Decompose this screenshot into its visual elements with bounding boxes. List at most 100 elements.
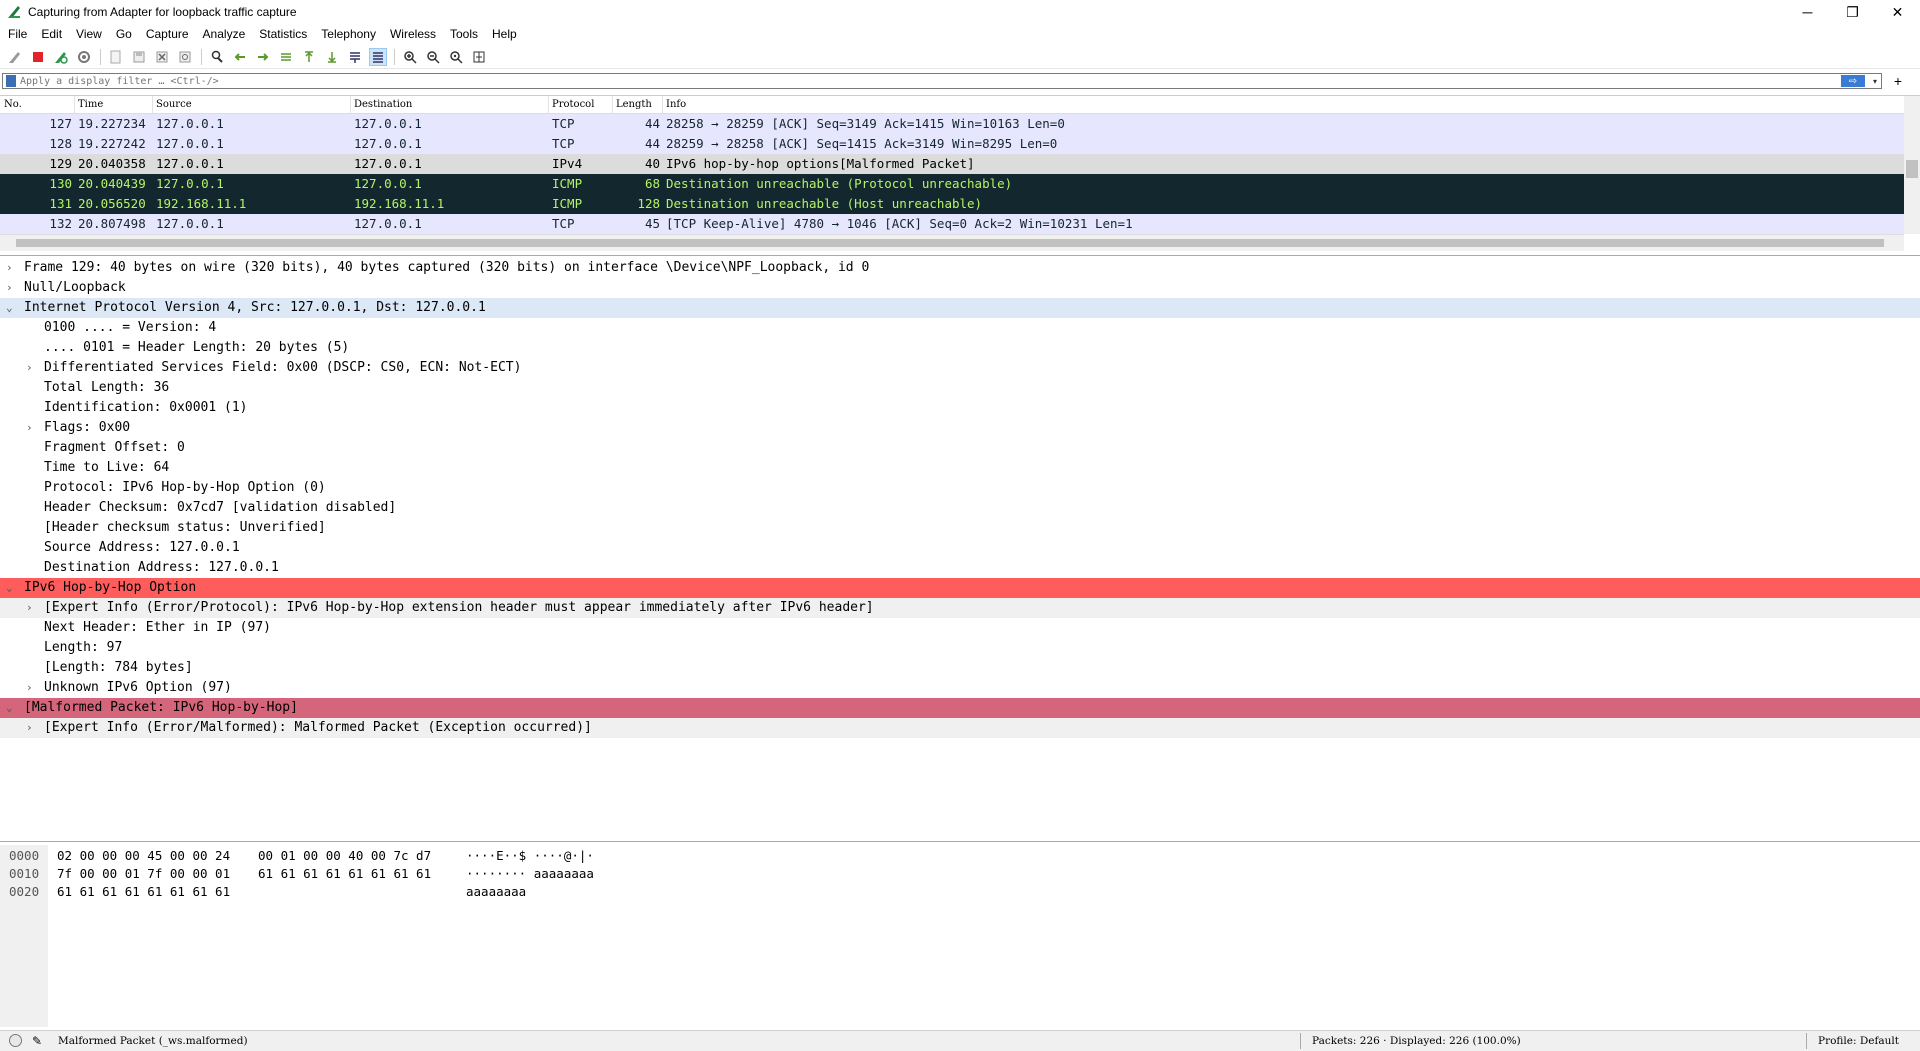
detail-tree-item[interactable]: Time to Live: 64 [0, 458, 1920, 478]
menu-telephony[interactable]: Telephony [314, 27, 383, 41]
save-file-icon[interactable] [130, 48, 148, 66]
menu-analyze[interactable]: Analyze [196, 27, 253, 41]
detail-tree-item[interactable]: › [Expert Info (Error/Malformed): Malform… [0, 718, 1920, 738]
detail-tree-item[interactable]: Source Address: 127.0.0.1 [0, 538, 1920, 558]
expand-chevron-icon[interactable]: › [26, 418, 36, 438]
bytes-hex1[interactable]: 7f 00 00 01 7f 00 00 01 [57, 865, 230, 883]
close-button[interactable]: ✕ [1875, 0, 1920, 24]
column-header-destination[interactable]: Destination [354, 99, 412, 110]
find-packet-icon[interactable] [208, 48, 226, 66]
column-header-source[interactable]: Source [156, 99, 192, 110]
apply-filter-arrow-icon[interactable]: ⇨ [1841, 75, 1865, 87]
menu-statistics[interactable]: Statistics [252, 27, 314, 41]
bytes-hex2[interactable]: 00 01 00 00 40 00 7c d7 [258, 847, 431, 865]
display-filter-input[interactable] [20, 74, 1841, 88]
menu-tools[interactable]: Tools [443, 27, 485, 41]
restore-button[interactable]: ❐ [1830, 0, 1875, 24]
auto-scroll-icon[interactable] [346, 48, 364, 66]
menu-file[interactable]: File [0, 27, 34, 41]
collapse-chevron-icon[interactable]: ⌄ [6, 298, 16, 318]
detail-tree-item[interactable]: 0100 .... = Version: 4 [0, 318, 1920, 338]
detail-tree-item[interactable]: ⌄ [Malformed Packet: IPv6 Hop-by-Hop] [0, 698, 1920, 718]
packet-row[interactable]: 129 20.040358 127.0.0.1 127.0.0.1 IPv4 40 IPv6… [0, 154, 1904, 174]
column-divider[interactable] [152, 96, 153, 113]
packet-row[interactable]: 128 19.227242 127.0.0.1 127.0.0.1 TCP 44 28259… [0, 134, 1904, 154]
detail-tree-item[interactable]: [Length: 784 bytes] [0, 658, 1920, 678]
restart-capture-icon[interactable] [52, 48, 70, 66]
bytes-ascii[interactable]: ········ aaaaaaaa [466, 865, 594, 883]
capture-options-gear-icon[interactable] [75, 48, 93, 66]
column-divider[interactable] [350, 96, 351, 113]
add-filter-button[interactable]: + [1894, 72, 1902, 90]
go-to-packet-icon[interactable] [277, 48, 295, 66]
resize-columns-icon[interactable] [470, 48, 488, 66]
zoom-in-icon[interactable] [401, 48, 419, 66]
menu-edit[interactable]: Edit [34, 27, 69, 41]
reload-file-icon[interactable] [176, 48, 194, 66]
collapse-chevron-icon[interactable]: ⌄ [6, 698, 16, 718]
scroll-thumb[interactable] [16, 239, 1884, 247]
detail-tree-item[interactable]: Destination Address: 127.0.0.1 [0, 558, 1920, 578]
menu-wireless[interactable]: Wireless [383, 27, 443, 41]
column-divider[interactable] [74, 96, 75, 113]
column-header-length[interactable]: Length [616, 99, 652, 110]
zoom-out-icon[interactable] [424, 48, 442, 66]
detail-tree-item[interactable]: [Header checksum status: Unverified] [0, 518, 1920, 538]
packet-row[interactable]: 127 19.227234 127.0.0.1 127.0.0.1 TCP 44 28258… [0, 114, 1904, 134]
menu-view[interactable]: View [69, 27, 109, 41]
scroll-thumb[interactable] [1906, 160, 1918, 178]
menu-help[interactable]: Help [485, 27, 524, 41]
expand-chevron-icon[interactable]: › [26, 358, 36, 378]
stop-capture-icon[interactable] [29, 48, 47, 66]
expand-chevron-icon[interactable]: › [6, 258, 16, 278]
bytes-ascii[interactable]: aaaaaaaa [466, 883, 526, 901]
edit-comment-icon[interactable]: ✎ [32, 1034, 42, 1048]
detail-tree-item[interactable]: › Unknown IPv6 Option (97) [0, 678, 1920, 698]
go-first-packet-icon[interactable] [300, 48, 318, 66]
detail-tree-item[interactable]: Identification: 0x0001 (1) [0, 398, 1920, 418]
packet-row[interactable]: 132 20.807498 127.0.0.1 127.0.0.1 TCP 45 [TCP … [0, 214, 1904, 234]
column-divider[interactable] [548, 96, 549, 113]
detail-tree-item[interactable]: Protocol: IPv6 Hop-by-Hop Option (0) [0, 478, 1920, 498]
detail-tree-item[interactable]: › Frame 129: 40 bytes on wire (320 bits),… [0, 258, 1920, 278]
detail-tree-item[interactable]: › Flags: 0x00 [0, 418, 1920, 438]
bytes-hex1[interactable]: 61 61 61 61 61 61 61 61 [57, 883, 230, 901]
column-divider[interactable] [612, 96, 613, 113]
menu-go[interactable]: Go [109, 27, 139, 41]
display-filter-field[interactable]: ⇨ ▾ [2, 73, 1882, 89]
minimize-button[interactable]: ─ [1785, 0, 1830, 24]
detail-tree-item[interactable]: Length: 97 [0, 638, 1920, 658]
go-back-icon[interactable] [231, 48, 249, 66]
packet-list-horizontal-scrollbar[interactable] [0, 234, 1904, 251]
bytes-ascii[interactable]: ····E··$ ····@·|· [466, 847, 594, 865]
column-header-time[interactable]: Time [78, 99, 103, 110]
detail-tree-item[interactable]: › Null/Loopback [0, 278, 1920, 298]
expand-chevron-icon[interactable]: › [26, 598, 36, 618]
start-capture-fin-icon[interactable] [6, 48, 24, 66]
expand-chevron-icon[interactable]: › [26, 718, 36, 738]
menu-capture[interactable]: Capture [139, 27, 196, 41]
filter-history-chevron-down-icon[interactable]: ▾ [1869, 77, 1881, 86]
column-header-no[interactable]: No. [4, 99, 22, 110]
go-forward-icon[interactable] [254, 48, 272, 66]
expand-chevron-icon[interactable]: › [6, 278, 16, 298]
packet-list-vertical-scrollbar[interactable] [1904, 96, 1920, 234]
bytes-hex2[interactable]: 61 61 61 61 61 61 61 61 [258, 865, 431, 883]
collapse-chevron-icon[interactable]: ⌄ [6, 578, 16, 598]
detail-tree-item[interactable]: Next Header: Ether in IP (97) [0, 618, 1920, 638]
detail-tree-item[interactable]: .... 0101 = Header Length: 20 bytes (5) [0, 338, 1920, 358]
go-last-packet-icon[interactable] [323, 48, 341, 66]
detail-tree-item[interactable]: › Differentiated Services Field: 0x00 (DS… [0, 358, 1920, 378]
expert-info-status-icon[interactable] [9, 1034, 22, 1047]
close-file-icon[interactable] [153, 48, 171, 66]
zoom-normal-icon[interactable] [447, 48, 465, 66]
detail-tree-item[interactable]: Header Checksum: 0x7cd7 [validation disa… [0, 498, 1920, 518]
open-file-icon[interactable] [107, 48, 125, 66]
detail-tree-item[interactable]: ⌄ Internet Protocol Version 4, Src: 127.0… [0, 298, 1920, 318]
detail-tree-item[interactable]: Total Length: 36 [0, 378, 1920, 398]
bytes-hex1[interactable]: 02 00 00 00 45 00 00 24 [57, 847, 230, 865]
bookmark-icon[interactable] [6, 75, 16, 87]
detail-tree-item[interactable]: Fragment Offset: 0 [0, 438, 1920, 458]
packet-row[interactable]: 131 20.056520 192.168.11.1 192.168.11.1 ICMP… [0, 194, 1904, 214]
column-divider[interactable] [662, 96, 663, 113]
